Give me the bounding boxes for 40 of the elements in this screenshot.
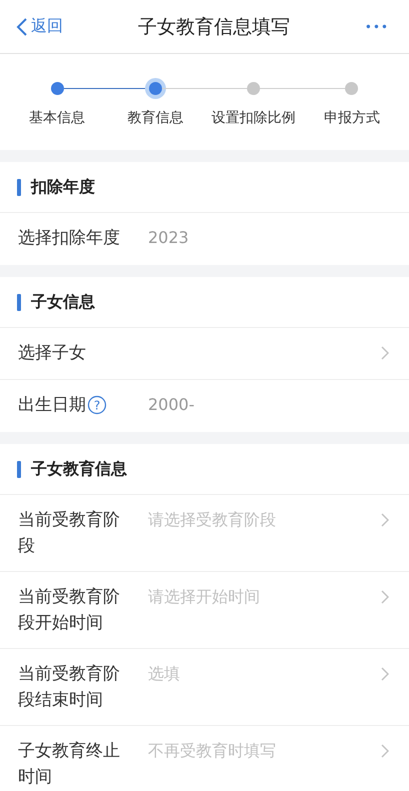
form-row[interactable]: 当前受教育阶段开始时间 请选择开始时间 — [0, 572, 409, 649]
help-icon: ? — [87, 395, 107, 415]
section-title: 子女教育信息 — [31, 458, 127, 480]
field-label: 当前受教育阶段 — [18, 509, 121, 558]
section-marker — [17, 178, 21, 196]
chevron-icon — [381, 744, 389, 758]
field-label: 当前受教育阶段开始时间 — [18, 586, 121, 635]
field-placeholder: 请选择开始时间 — [148, 587, 260, 606]
more-button[interactable]: ••• — [364, 20, 389, 34]
field-value: 2023 — [148, 228, 189, 247]
field-placeholder: 不再受教育时填写 — [148, 741, 276, 760]
field-label: 出生日期 — [18, 394, 86, 417]
form-row[interactable]: 当前受教育阶段结束时间 选填 — [0, 649, 409, 726]
chevron-icon — [381, 590, 389, 604]
field-label: 选择扣除年度 — [18, 227, 120, 250]
chevron-icon — [381, 513, 389, 527]
chevron-icon — [381, 667, 389, 681]
form-row[interactable]: 出生日期 ? 2000- — [0, 380, 409, 432]
section-marker — [17, 294, 21, 310]
page-title: 子女教育信息填写 — [138, 14, 290, 40]
section-title: 扣除年度 — [31, 176, 95, 198]
form-row[interactable]: 选择扣除年度 2023 — [0, 213, 409, 265]
field-label: 子女教育终止时间 — [18, 740, 121, 789]
section-title: 子女信息 — [31, 292, 95, 312]
chevron-icon — [381, 346, 389, 360]
field-placeholder: 选填 — [148, 664, 180, 683]
section-marker — [17, 460, 21, 478]
back-icon — [16, 16, 28, 36]
field-placeholder: 请选择受教育阶段 — [148, 510, 276, 529]
form-row[interactable]: 选择子女 — [0, 328, 409, 380]
form-row[interactable]: 子女教育终止时间 不再受教育时填写 — [0, 726, 409, 791]
field-label: 选择子女 — [18, 342, 86, 365]
step-label: 教育信息 — [127, 109, 184, 127]
step-label: 申报方式 — [324, 109, 380, 127]
field-label: 当前受教育阶段结束时间 — [18, 663, 121, 712]
step-label: 基本信息 — [29, 109, 86, 127]
field-value: 2000- — [148, 395, 194, 414]
step-label: 设置扣除比例 — [212, 109, 296, 127]
back-button[interactable]: 返回 — [16, 16, 63, 37]
form-row[interactable]: 当前受教育阶段 请选择受教育阶段 — [0, 495, 409, 572]
